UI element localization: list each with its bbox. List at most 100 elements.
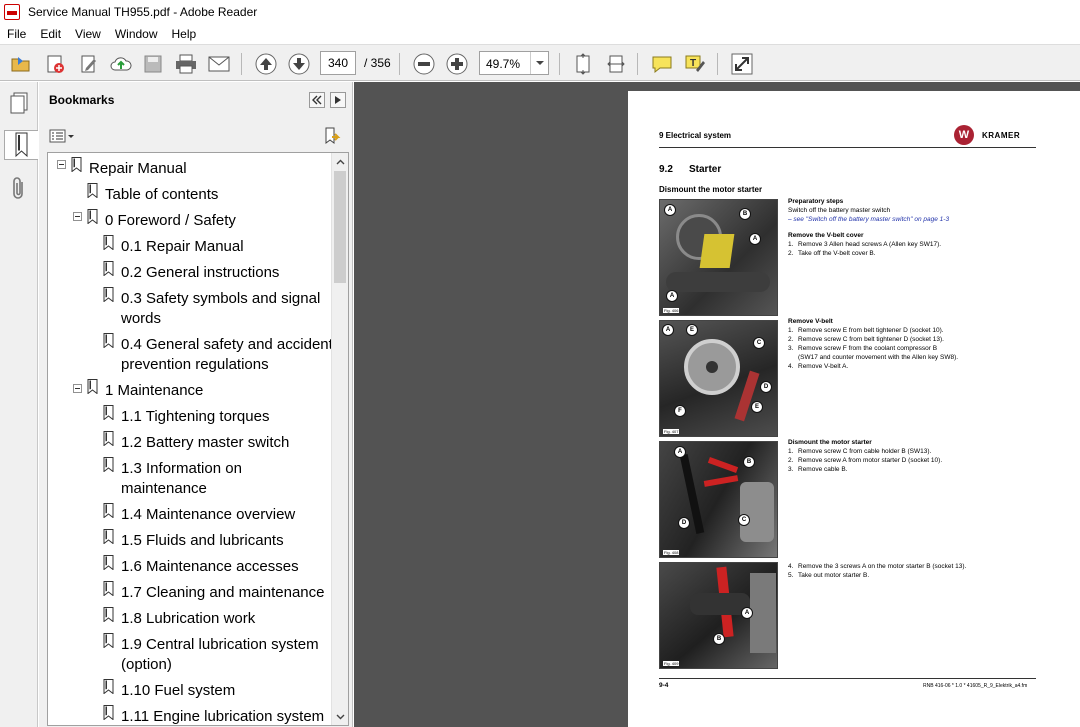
starter-title: Dismount the motor starter (788, 439, 872, 446)
bookmark-item-1-11[interactable]: 1.11 Engine lubrication system (121, 707, 324, 725)
bookmark-item-foreword-safety[interactable]: 0 Foreword / Safety (105, 211, 236, 231)
save-button[interactable] (140, 51, 166, 77)
bookmark-icon (103, 457, 114, 472)
zoom-in-button[interactable] (444, 51, 470, 77)
footer-divider (659, 678, 1036, 679)
callout: D (678, 517, 690, 529)
create-pdf-button[interactable] (42, 51, 68, 77)
comment-button[interactable] (649, 51, 675, 77)
bookmarks-header: Bookmarks (39, 82, 353, 118)
step-line: 2. Take off the V-belt cover B. (788, 250, 876, 257)
prep-title: Preparatory steps (788, 198, 844, 205)
fit-width-button[interactable] (603, 51, 629, 77)
page-thumbnails-button[interactable] (4, 88, 34, 118)
figure-label: Fig. 409 (663, 661, 680, 666)
bookmark-icon (103, 607, 114, 622)
bookmark-item-1-4[interactable]: 1.4 Maintenance overview (121, 505, 295, 525)
speech-bubble-icon (652, 56, 672, 74)
bookmark-item-1-9[interactable]: 1.9 Central lubrication system (option) (121, 635, 331, 675)
bookmark-item-1-1[interactable]: 1.1 Tightening torques (121, 407, 269, 427)
edit-button[interactable] (76, 51, 102, 77)
highlight-button[interactable]: T (682, 51, 708, 77)
collapse-toggle[interactable] (57, 160, 66, 169)
zoom-out-button[interactable] (411, 51, 437, 77)
title-bar: Service Manual TH955.pdf - Adobe Reader (0, 0, 1080, 24)
upload-button[interactable] (108, 51, 134, 77)
edit-document-icon (81, 55, 96, 73)
bookmark-icon (103, 633, 114, 648)
bookmarks-scrollbar[interactable] (331, 153, 348, 725)
fullscreen-button[interactable] (729, 51, 755, 77)
scroll-up-button[interactable] (332, 153, 348, 170)
expand-bookmark-button[interactable] (322, 126, 342, 146)
bookmark-icon (103, 235, 114, 250)
collapse-toggle[interactable] (73, 384, 82, 393)
next-page-button[interactable] (286, 51, 312, 77)
prep-link[interactable]: – see "Switch off the battery master swi… (788, 216, 949, 225)
print-button[interactable] (173, 51, 199, 77)
bookmark-icon (103, 287, 114, 302)
pdf-page: 9 Electrical system W KRAMER 9.2 Starter… (628, 91, 1080, 727)
bookmark-item-table-of-contents[interactable]: Table of contents (105, 185, 218, 205)
scrollbar-thumb[interactable] (334, 171, 346, 283)
zoom-select[interactable]: 49.7% (479, 51, 549, 75)
bookmark-icon (103, 503, 114, 518)
open-file-button[interactable] (8, 51, 34, 77)
menu-window[interactable]: Window (108, 27, 165, 41)
email-button[interactable] (206, 51, 232, 77)
bookmark-item-0-2[interactable]: 0.2 General instructions (121, 263, 279, 283)
double-chevron-left-icon (312, 95, 322, 105)
bookmark-item-1-5[interactable]: 1.5 Fluids and lubricants (121, 531, 284, 551)
bookmark-item-maintenance[interactable]: 1 Maintenance (105, 381, 203, 401)
page-footer-reference: RNB 416-06 * 1.0 * 41605_R_9_Elektrik_a4… (923, 683, 1028, 689)
step-line: 3. Remove cable B. (788, 466, 848, 473)
bookmarks-tab-button[interactable] (4, 130, 38, 160)
attachments-button[interactable] (4, 174, 34, 204)
scroll-down-button[interactable] (332, 708, 348, 725)
paperclip-icon (13, 177, 23, 199)
kramer-logo: W KRAMER (954, 125, 1036, 145)
bookmarks-panel: Bookmarks Repair Manual Table of content… (39, 82, 353, 727)
open-folder-icon (11, 57, 30, 72)
page-number-input[interactable]: 340 (320, 51, 356, 75)
bookmark-options-button[interactable] (49, 128, 75, 144)
bookmark-item-1-8[interactable]: 1.8 Lubrication work (121, 609, 255, 629)
menu-help[interactable]: Help (165, 27, 204, 41)
printer-icon (176, 54, 196, 74)
arrow-up-circle-icon (255, 53, 277, 75)
bookmark-icon (87, 183, 98, 198)
callout: B (739, 208, 751, 220)
menu-file[interactable]: File (0, 27, 33, 41)
collapse-toggle[interactable] (73, 212, 82, 221)
collapse-panel-button[interactable] (309, 92, 325, 108)
bookmark-item-1-3[interactable]: 1.3 Information on maintenance (121, 459, 271, 499)
callout: A (674, 446, 686, 458)
menu-edit[interactable]: Edit (33, 27, 68, 41)
menu-view[interactable]: View (68, 27, 108, 41)
bookmark-item-repair-manual[interactable]: Repair Manual (89, 159, 187, 179)
previous-page-button[interactable] (253, 51, 279, 77)
bookmark-item-1-2[interactable]: 1.2 Battery master switch (121, 433, 289, 453)
callout: A (664, 204, 676, 216)
document-viewport[interactable]: 9 Electrical system W KRAMER 9.2 Starter… (354, 82, 1080, 727)
page-section-header: 9 Electrical system (659, 131, 732, 140)
bookmarks-toolbar (39, 122, 353, 150)
section-number: 9.2 (659, 164, 673, 175)
callout: B (713, 633, 725, 645)
bookmark-item-1-6[interactable]: 1.6 Maintenance accesses (121, 557, 299, 577)
fit-page-button[interactable] (570, 51, 596, 77)
bookmark-item-0-3[interactable]: 0.3 Safety symbols and signal words (121, 289, 331, 329)
chevron-down-icon[interactable] (530, 52, 548, 74)
panel-menu-button[interactable] (330, 92, 346, 108)
bookmark-item-1-10[interactable]: 1.10 Fuel system (121, 681, 235, 701)
bookmark-icon (103, 431, 114, 446)
header-divider (659, 147, 1036, 148)
bookmark-icon (103, 555, 114, 570)
bookmark-icon (15, 132, 27, 158)
minus-circle-icon (413, 53, 435, 75)
figure-409: A B Fig. 409 (659, 562, 778, 669)
bookmark-item-0-4[interactable]: 0.4 General safety and accident preventi… (121, 335, 336, 375)
bookmark-item-0-1[interactable]: 0.1 Repair Manual (121, 237, 244, 257)
arrow-down-circle-icon (288, 53, 310, 75)
bookmark-item-1-7[interactable]: 1.7 Cleaning and maintenance (121, 583, 324, 603)
